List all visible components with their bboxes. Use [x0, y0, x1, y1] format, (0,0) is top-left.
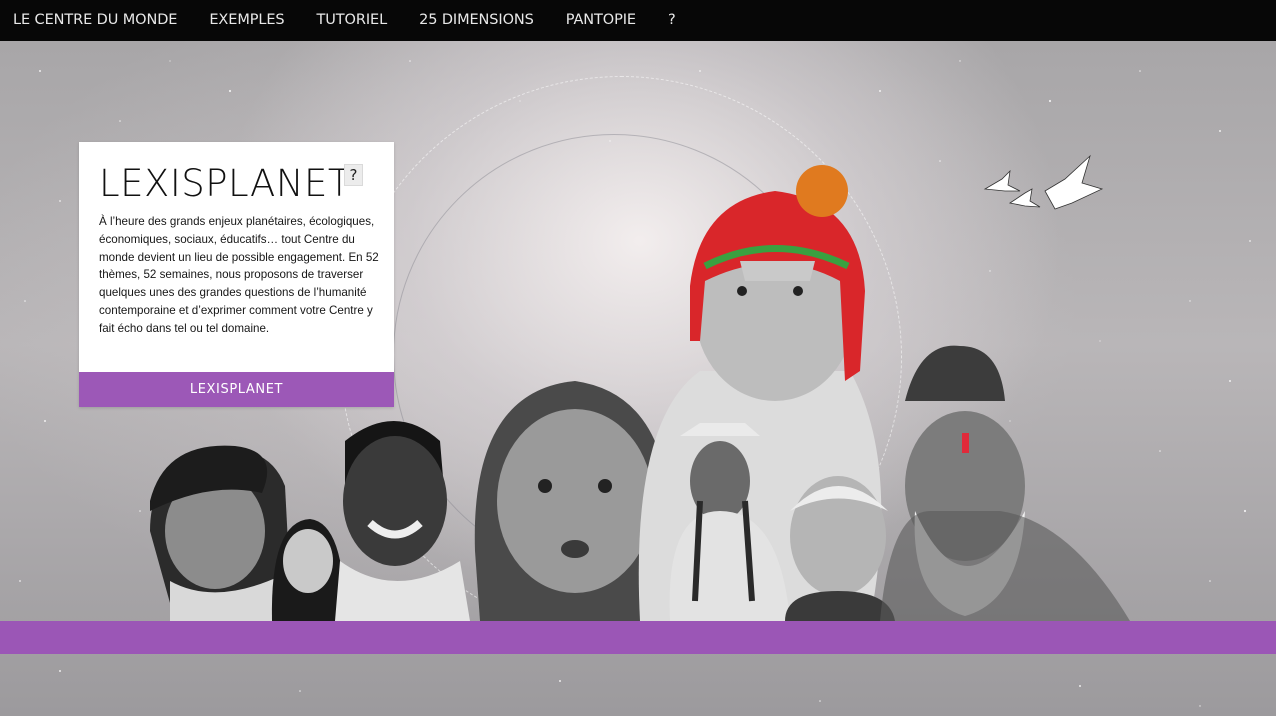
paper-cranes-icon [983, 154, 1104, 210]
nav-le-centre-du-monde[interactable]: LE CENTRE DU MONDE [0, 0, 193, 41]
nav-tutoriel[interactable]: TUTORIEL [301, 0, 404, 41]
nav-exemples[interactable]: EXEMPLES [193, 0, 300, 41]
purple-band [0, 621, 1276, 654]
portrait-sadhu [880, 345, 1130, 621]
nav-help[interactable]: ? [652, 0, 692, 41]
nav-pantopie[interactable]: PANTOPIE [550, 0, 652, 41]
lexisplanet-button[interactable]: LEXISPLANET [79, 372, 394, 407]
portrait-smiling-boy [335, 421, 470, 621]
card-title: LEXISPLANET [99, 162, 351, 205]
help-button[interactable]: ? [344, 164, 363, 186]
hero-stage: LEXISPLANET ? À l’heure des grands enjeu… [0, 41, 1276, 716]
card-description: À l’heure des grands enjeux planétaires,… [99, 215, 379, 335]
lexisplanet-card: LEXISPLANET ? À l’heure des grands enjeu… [79, 142, 394, 407]
top-navigation: LE CENTRE DU MONDE EXEMPLES TUTORIEL 25 … [0, 0, 1276, 41]
nav-25-dimensions[interactable]: 25 DIMENSIONS [403, 0, 550, 41]
